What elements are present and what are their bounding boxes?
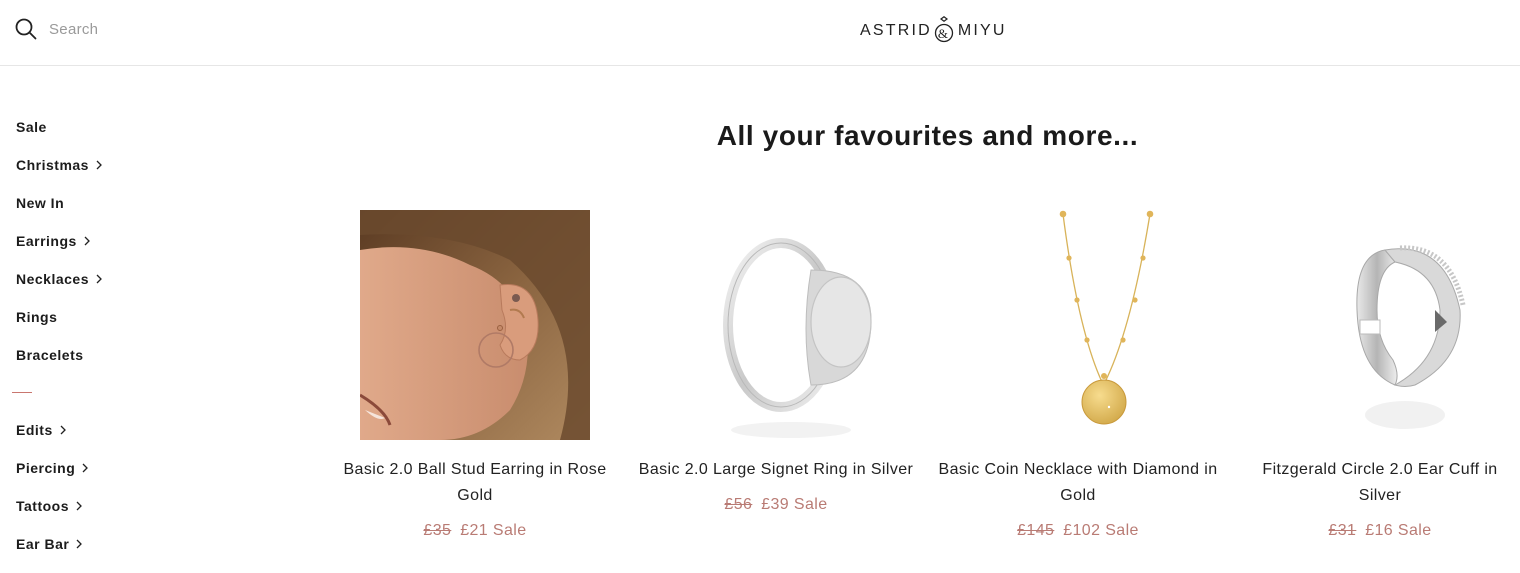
chevron-right-icon <box>82 463 89 473</box>
sidebar-item-label: Piercing <box>16 460 76 476</box>
product-name[interactable]: Basic Coin Necklace with Diamond in Gold <box>938 457 1218 509</box>
chevron-right-icon <box>84 236 90 246</box>
sidebar-item-piercing[interactable]: Piercing <box>16 449 216 487</box>
product-price: £56 £39 Sale <box>636 496 916 514</box>
sidebar-item-label: Rings <box>16 309 58 325</box>
search-icon[interactable] <box>15 18 37 40</box>
sidebar-item-tattoos[interactable]: Tattoos <box>16 487 216 525</box>
product-name[interactable]: Basic 2.0 Ball Stud Earring in Rose Gold <box>335 457 615 509</box>
product-image-signet-ring[interactable] <box>661 210 891 440</box>
product-card[interactable]: Basic 2.0 Ball Stud Earring in Rose Gold… <box>335 210 615 540</box>
original-price: £145 <box>1017 522 1055 539</box>
sidebar-item-label: Earrings <box>16 233 77 249</box>
sale-price: £21 Sale <box>460 522 527 539</box>
sidebar-item-new-in[interactable]: New In <box>16 184 216 222</box>
sidebar-item-earrings[interactable]: Earrings <box>16 222 216 260</box>
product-price: £145 £102 Sale <box>938 522 1218 540</box>
sidebar-item-label: New In <box>16 195 65 211</box>
sidebar-item-necklaces[interactable]: Necklaces <box>16 260 216 298</box>
product-name[interactable]: Fitzgerald Circle 2.0 Ear Cuff in Silver <box>1240 457 1520 509</box>
sale-price: £39 Sale <box>761 496 828 513</box>
sidebar-item-sale[interactable]: Sale <box>16 108 216 146</box>
sidebar-item-ear-bar[interactable]: Ear Bar <box>16 525 216 563</box>
sidebar-item-label: Bracelets <box>16 347 84 363</box>
sidebar-item-label: Ear Bar <box>16 536 70 552</box>
category-sidebar: Sale Christmas New In Earrings Necklaces Ring… <box>12 108 216 563</box>
product-image-ear-model[interactable] <box>360 210 590 440</box>
section-heading: All your favourites and more... <box>716 120 1139 151</box>
logo-text-left: ASTRID <box>860 22 932 39</box>
sidebar-item-label: Tattoos <box>16 498 70 514</box>
chevron-right-icon <box>76 501 82 511</box>
logo-ring-icon: & <box>934 16 954 46</box>
product-card[interactable]: Fitzgerald Circle 2.0 Ear Cuff in Silver… <box>1240 210 1520 540</box>
sale-price: £16 Sale <box>1365 522 1432 539</box>
original-price: £31 <box>1328 522 1357 539</box>
sidebar-item-label: Christmas <box>16 157 89 173</box>
original-price: £35 <box>423 522 452 539</box>
product-card[interactable]: Basic Coin Necklace with Diamond in Gold… <box>938 210 1218 540</box>
search-bar[interactable] <box>15 18 249 40</box>
search-input[interactable] <box>49 20 249 38</box>
site-header: ASTRID & MIYU <box>0 0 1520 66</box>
product-name[interactable]: Basic 2.0 Large Signet Ring in Silver <box>636 457 916 483</box>
sidebar-item-label: Necklaces <box>16 271 90 287</box>
sale-price: £102 Sale <box>1063 522 1139 539</box>
product-price: £31 £16 Sale <box>1240 522 1520 540</box>
sidebar-item-christmas[interactable]: Christmas <box>16 146 216 184</box>
product-price: £35 £21 Sale <box>335 522 615 540</box>
original-price: £56 <box>724 496 753 513</box>
logo-ampersand: & <box>938 26 950 41</box>
sidebar-item-label: Edits <box>16 422 53 438</box>
sidebar-divider <box>12 392 32 393</box>
chevron-right-icon <box>96 274 102 284</box>
logo-text-right: MIYU <box>957 22 1007 39</box>
chevron-right-icon <box>76 539 83 549</box>
sidebar-item-bracelets[interactable]: Bracelets <box>16 336 216 374</box>
brand-logo[interactable]: ASTRID & MIYU <box>860 16 1007 46</box>
product-image-ear-cuff[interactable] <box>1265 210 1495 440</box>
product-card[interactable]: Basic 2.0 Large Signet Ring in Silver £5… <box>636 210 916 514</box>
sidebar-item-edits[interactable]: Edits <box>16 411 216 449</box>
chevron-right-icon <box>96 160 102 170</box>
product-image-coin-necklace[interactable] <box>963 210 1193 440</box>
chevron-right-icon <box>60 425 66 435</box>
sidebar-item-rings[interactable]: Rings <box>16 298 216 336</box>
sidebar-item-label: Sale <box>16 119 47 135</box>
